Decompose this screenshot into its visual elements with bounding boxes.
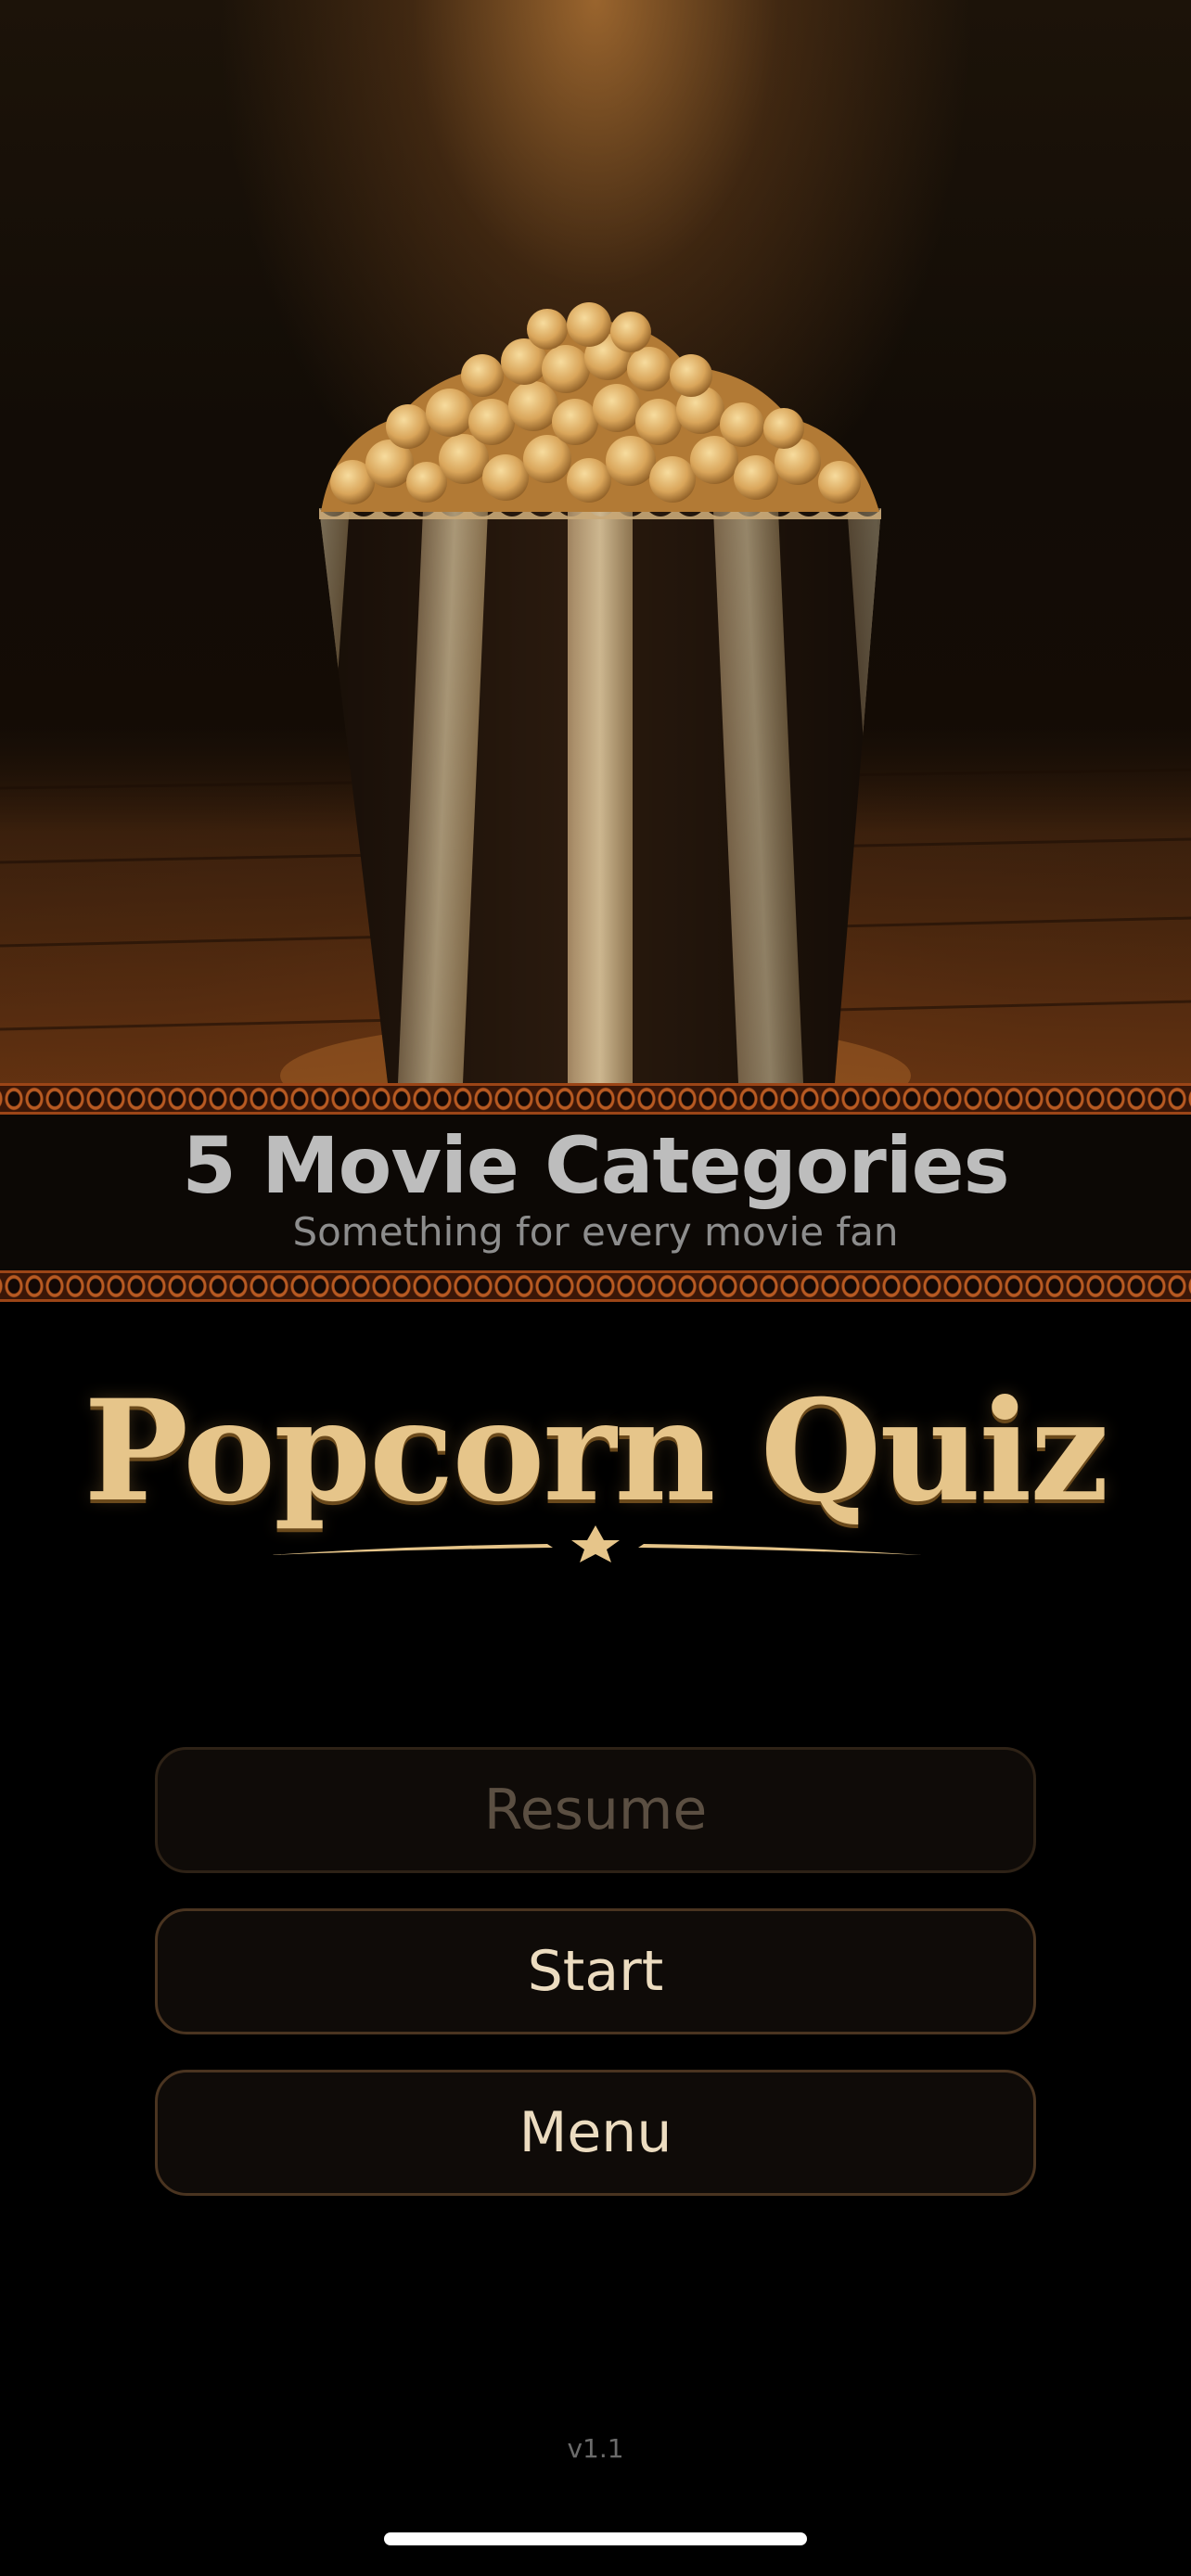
banner-subtitle: Something for every movie fan xyxy=(292,1209,899,1255)
version-label: v1.1 xyxy=(567,2433,624,2464)
home-screen: 5 Movie Categories Something for every m… xyxy=(0,0,1191,2576)
film-perforation-bottom xyxy=(0,1270,1191,1302)
banner-title: 5 Movie Categories xyxy=(182,1120,1009,1211)
start-button[interactable]: Start xyxy=(155,1908,1036,2034)
film-strip-banner: 5 Movie Categories Something for every m… xyxy=(0,1083,1191,1302)
main-menu: Resume Start Menu xyxy=(155,1747,1036,2231)
home-indicator[interactable] xyxy=(384,2532,807,2545)
hero-image xyxy=(0,0,1191,1087)
logo-text: Popcorn Quiz xyxy=(83,1370,1108,1533)
resume-button[interactable]: Resume xyxy=(155,1747,1036,1873)
menu-button[interactable]: Menu xyxy=(155,2070,1036,2196)
star-icon xyxy=(269,1525,922,1562)
film-perforation-top xyxy=(0,1083,1191,1115)
popcorn-bucket-illustration xyxy=(0,302,1191,1087)
app-logo: Popcorn Quiz xyxy=(0,1370,1191,1562)
